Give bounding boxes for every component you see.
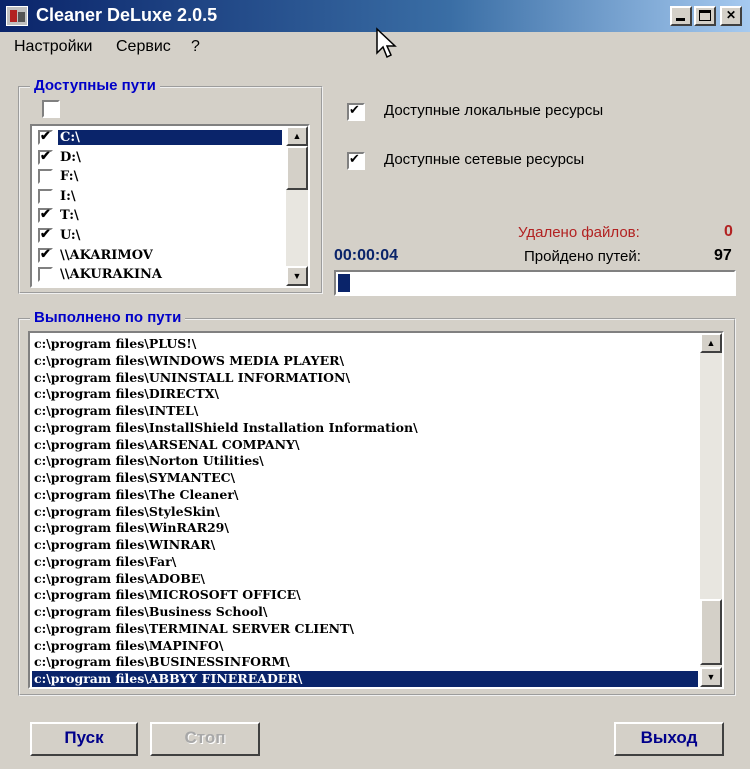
arrow-down-icon: ▼ bbox=[706, 672, 716, 682]
drives-listbox[interactable]: C:\D:\F:\I:\T:\U:\\\AKARIMOV\\AKURAKINA … bbox=[30, 124, 310, 288]
progress-fill bbox=[338, 274, 350, 292]
log-item[interactable]: c:\program files\Far\ bbox=[32, 554, 698, 571]
drive-label: I:\ bbox=[60, 188, 76, 204]
drives-scrollbar[interactable]: ▲ ▼ bbox=[286, 126, 308, 286]
log-item[interactable]: c:\program files\WinRAR29\ bbox=[32, 520, 698, 537]
log-item[interactable]: c:\program files\MICROSOFT OFFICE\ bbox=[32, 587, 698, 604]
drive-item[interactable]: \\AKURAKINA bbox=[34, 265, 282, 285]
network-resources-label[interactable]: Доступные сетевые ресурсы bbox=[384, 151, 584, 168]
log-listbox[interactable]: c:\program files\PLUS!\ c:\program files\… bbox=[28, 331, 724, 689]
drive-label: D:\ bbox=[60, 149, 81, 165]
local-resources-checkbox[interactable] bbox=[347, 102, 365, 121]
drive-item[interactable]: F:\ bbox=[34, 167, 282, 187]
network-resources-checkbox[interactable] bbox=[347, 151, 365, 170]
drive-checkbox[interactable] bbox=[38, 267, 53, 283]
log-scrollbar[interactable]: ▲ ▼ bbox=[700, 333, 722, 687]
scroll-up-button[interactable]: ▲ bbox=[286, 126, 308, 146]
log-item[interactable]: c:\program files\TERMINAL SERVER CLIENT\ bbox=[32, 621, 698, 638]
maximize-icon bbox=[699, 10, 711, 21]
maximize-button[interactable] bbox=[694, 6, 716, 26]
log-item[interactable]: c:\program files\MAPINFO\ bbox=[32, 638, 698, 655]
log-item[interactable]: c:\program files\Norton Utilities\ bbox=[32, 453, 698, 470]
log-item[interactable]: c:\program files\ABBYY FINEREADER\ bbox=[32, 671, 698, 687]
paths-passed-value: 97 bbox=[714, 247, 732, 264]
scroll-thumb[interactable] bbox=[286, 146, 308, 190]
log-item[interactable]: c:\program files\SYMANTEC\ bbox=[32, 470, 698, 487]
elapsed-timer: 00:00:04 bbox=[334, 247, 399, 264]
log-item[interactable]: c:\program files\ADOBE\ bbox=[32, 571, 698, 588]
drive-item[interactable]: I:\ bbox=[34, 187, 282, 207]
deleted-files-label: Удалено файлов: bbox=[518, 224, 640, 241]
menu-help[interactable]: ? bbox=[191, 38, 200, 56]
select-all-checkbox[interactable] bbox=[42, 100, 60, 118]
drive-label: T:\ bbox=[60, 208, 79, 224]
exit-button[interactable]: Выход bbox=[614, 722, 724, 756]
log-item[interactable]: c:\program files\WINDOWS MEDIA PLAYER\ bbox=[32, 353, 698, 370]
log-item[interactable]: c:\program files\StyleSkin\ bbox=[32, 504, 698, 521]
log-item[interactable]: c:\program files\Business School\ bbox=[32, 604, 698, 621]
available-paths-legend: Доступные пути bbox=[30, 77, 160, 94]
stop-button[interactable]: Стоп bbox=[150, 722, 260, 756]
drive-item[interactable]: D:\ bbox=[34, 148, 282, 168]
drive-label: U:\ bbox=[60, 228, 81, 243]
drive-label: \\AKARIMOV bbox=[60, 247, 153, 263]
minimize-icon bbox=[676, 18, 685, 21]
drive-label: F:\ bbox=[60, 169, 79, 185]
log-scroll-up-button[interactable]: ▲ bbox=[700, 333, 722, 353]
drive-label: C:\ bbox=[58, 130, 282, 145]
drive-checkbox[interactable] bbox=[38, 247, 53, 263]
drive-item[interactable]: \\AKARIMOV bbox=[34, 246, 282, 266]
drive-checkbox[interactable] bbox=[38, 129, 53, 145]
log-item[interactable]: c:\program files\InstallShield Installat… bbox=[32, 420, 698, 437]
log-item[interactable]: c:\program files\The Cleaner\ bbox=[32, 487, 698, 504]
log-item[interactable]: c:\program files\INTEL\ bbox=[32, 403, 698, 420]
completed-paths-legend: Выполнено по пути bbox=[30, 309, 186, 326]
arrow-up-icon: ▲ bbox=[292, 131, 302, 141]
log-item[interactable]: c:\program files\BUSINESSINFORM\ bbox=[32, 654, 698, 671]
drive-checkbox[interactable] bbox=[38, 149, 53, 165]
minimize-button[interactable] bbox=[670, 6, 692, 26]
drive-checkbox[interactable] bbox=[38, 207, 53, 224]
start-button[interactable]: Пуск bbox=[30, 722, 138, 756]
local-resources-label[interactable]: Доступные локальные ресурсы bbox=[384, 102, 603, 119]
log-scroll-down-button[interactable]: ▼ bbox=[700, 667, 722, 687]
progress-bar bbox=[334, 270, 736, 296]
log-item[interactable]: c:\program files\PLUS!\ bbox=[32, 336, 698, 353]
close-icon: ✕ bbox=[725, 8, 737, 22]
log-item[interactable]: c:\program files\DIRECTX\ bbox=[32, 386, 698, 403]
arrow-down-icon: ▼ bbox=[292, 271, 302, 281]
menu-settings[interactable]: Настройки bbox=[14, 38, 92, 56]
log-item[interactable]: c:\program files\WINRAR\ bbox=[32, 537, 698, 554]
drive-checkbox[interactable] bbox=[38, 169, 53, 185]
menu-service[interactable]: Сервис bbox=[116, 38, 171, 56]
log-item[interactable]: c:\program files\ARSENAL COMPANY\ bbox=[32, 437, 698, 454]
scroll-down-button[interactable]: ▼ bbox=[286, 266, 308, 286]
arrow-up-icon: ▲ bbox=[706, 338, 716, 348]
log-item[interactable]: c:\program files\UNINSTALL INFORMATION\ bbox=[32, 370, 698, 387]
drive-item[interactable]: C:\ bbox=[34, 128, 282, 148]
app-icon[interactable] bbox=[6, 6, 28, 26]
drive-item[interactable]: U:\ bbox=[34, 226, 282, 246]
paths-passed-label: Пройдено путей: bbox=[524, 248, 641, 265]
mouse-cursor-icon bbox=[376, 27, 397, 59]
deleted-files-value: 0 bbox=[724, 223, 733, 240]
close-button[interactable]: ✕ bbox=[720, 6, 742, 26]
drive-checkbox[interactable] bbox=[38, 188, 53, 204]
window-title: Cleaner DeLuxe 2.0.5 bbox=[36, 5, 218, 25]
drive-item[interactable]: T:\ bbox=[34, 206, 282, 226]
drive-label: \\AKURAKINA bbox=[60, 267, 162, 283]
log-scroll-thumb[interactable] bbox=[700, 599, 722, 665]
drive-checkbox[interactable] bbox=[38, 227, 53, 243]
